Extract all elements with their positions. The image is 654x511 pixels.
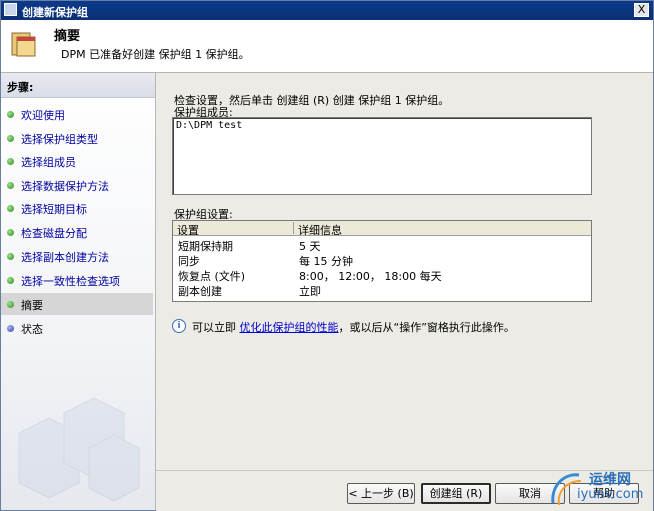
column-header-setting[interactable]: 设置 (173, 222, 294, 237)
watermark-name: 运维网 (589, 472, 631, 488)
steps-sidebar: 步骤: 欢迎使用 选择保护组类型 选择组成员 选择数据保护方法 选择短期目标 检… (1, 73, 156, 510)
info-icon: i (172, 319, 186, 333)
step-done-icon (7, 135, 14, 142)
wizard-window: 创建新保护组 X 摘要 DPM 已准备好创建 保护组 1 保护组。 步骤: 欢迎… (0, 0, 654, 511)
step-done-icon (7, 229, 14, 236)
sidebar-item-label: 选择短期目标 (21, 203, 87, 216)
table-row[interactable]: 副本创建 立即 (173, 282, 591, 298)
sidebar-item-label: 摘要 (21, 299, 43, 312)
step-done-icon (7, 182, 14, 189)
table-cell: 副本创建 (178, 285, 222, 298)
table-header: 设置 详细信息 (173, 221, 591, 237)
info-prefix: 可以立即 (192, 321, 240, 334)
sidebar-item-label: 状态 (21, 323, 43, 336)
settings-table[interactable]: 设置 详细信息 短期保持期 5 天 同步 每 15 分钟 恢复点 (文件) 8:… (172, 220, 592, 302)
sidebar-item-label: 选择组成员 (21, 156, 76, 169)
sidebar-item-consistency-check[interactable]: 选择一致性检查选项 (1, 269, 153, 291)
sidebar-item-short-term-goals[interactable]: 选择短期目标 (1, 197, 153, 219)
create-group-button[interactable]: 创建组 (R) (421, 483, 491, 504)
step-pending-icon (7, 325, 14, 332)
close-button[interactable]: X (634, 3, 649, 17)
column-header-details[interactable]: 详细信息 (294, 222, 591, 237)
steps-heading: 步骤: (1, 73, 155, 98)
sidebar-item-label: 选择一致性检查选项 (21, 275, 120, 288)
info-text: 可以立即 优化此保护组的性能，或以后从“操作”窗格执行此操作。 (192, 319, 515, 335)
table-row[interactable]: 恢复点 (文件) 8:00， 12:00， 18:00 每天 (173, 267, 591, 283)
info-suffix: ，或以后从“操作”窗格执行此操作。 (338, 321, 515, 334)
table-row[interactable]: 同步 每 15 分钟 (173, 252, 591, 268)
step-done-icon (7, 253, 14, 260)
servers-illustration-icon (18, 397, 140, 502)
sidebar-item-protection-method[interactable]: 选择数据保护方法 (1, 174, 153, 196)
sidebar-item-label: 欢迎使用 (21, 109, 65, 122)
watermark-logo: 运维网 iyunv.com (549, 467, 649, 509)
sidebar-item-group-type[interactable]: 选择保护组类型 (1, 127, 153, 149)
title-bar: 创建新保护组 X (1, 1, 653, 20)
step-done-icon (7, 205, 14, 212)
page-header: 摘要 DPM 已准备好创建 保护组 1 保护组。 (1, 20, 653, 73)
sidebar-item-status: 状态 (1, 317, 153, 339)
table-row[interactable]: 短期保持期 5 天 (173, 237, 591, 253)
optimize-performance-link[interactable]: 优化此保护组的性能 (240, 321, 339, 334)
table-cell: 立即 (299, 285, 321, 298)
page-title: 摘要 (54, 29, 81, 44)
step-done-icon (7, 277, 14, 284)
page-subtitle: DPM 已准备好创建 保护组 1 保护组。 (61, 48, 250, 61)
sidebar-item-welcome[interactable]: 欢迎使用 (1, 103, 153, 125)
sidebar-item-label: 检查磁盘分配 (21, 227, 87, 240)
list-item[interactable]: D:\DPM test (176, 120, 242, 131)
sidebar-item-label: 选择数据保护方法 (21, 180, 109, 193)
sidebar-item-label: 选择保护组类型 (21, 133, 98, 146)
main-content: 检查设置，然后单击 创建组 (R) 创建 保护组 1 保护组。 保护组成员: D… (156, 73, 653, 470)
app-icon (4, 3, 17, 16)
step-done-icon (7, 301, 14, 308)
window-title: 创建新保护组 (22, 6, 88, 19)
step-done-icon (7, 111, 14, 118)
sidebar-item-replica-method[interactable]: 选择副本创建方法 (1, 245, 153, 267)
sidebar-item-label: 选择副本创建方法 (21, 251, 109, 264)
folder-icon (11, 32, 36, 57)
sidebar-item-group-members[interactable]: 选择组成员 (1, 150, 153, 172)
back-button[interactable]: < 上一步 (B) (347, 483, 415, 504)
sidebar-item-disk-allocation[interactable]: 检查磁盘分配 (1, 221, 153, 243)
watermark-domain: iyunv.com (577, 487, 644, 502)
sidebar-item-summary[interactable]: 摘要 (1, 293, 153, 315)
members-list[interactable]: D:\DPM test (172, 117, 592, 195)
step-done-icon (7, 158, 14, 165)
